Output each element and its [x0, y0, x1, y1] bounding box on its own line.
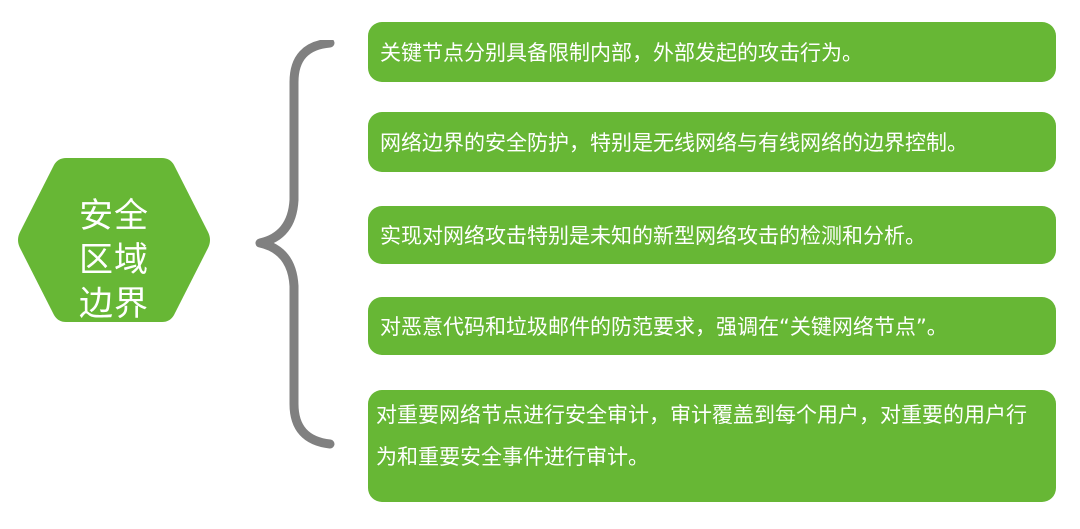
item-text: 网络边界的安全防护，特别是无线网络与有线网络的边界控制。	[380, 131, 968, 155]
item-box: 对重要网络节点进行安全审计，审计覆盖到每个用户，对重要的用户行为和重要安全事件进…	[368, 390, 1056, 502]
item-box: 网络边界的安全防护，特别是无线网络与有线网络的边界控制。	[368, 112, 1056, 172]
item-text: 对恶意代码和垃圾邮件的防范要求，强调在“关键网络节点”。	[380, 315, 948, 339]
item-text: 对重要网络节点进行安全审计，审计覆盖到每个用户，对重要的用户行为和重要安全事件进…	[376, 403, 1027, 469]
item-text: 关键节点分别具备限制内部，外部发起的攻击行为。	[380, 41, 863, 65]
item-box: 关键节点分别具备限制内部，外部发起的攻击行为。	[368, 22, 1056, 82]
item-box: 实现对网络攻击特别是未知的新型网络攻击的检测和分析。	[368, 206, 1056, 264]
item-box: 对恶意代码和垃圾邮件的防范要求，强调在“关键网络节点”。	[368, 297, 1056, 355]
item-text: 实现对网络攻击特别是未知的新型网络攻击的检测和分析。	[380, 224, 926, 248]
item-list: 关键节点分别具备限制内部，外部发起的攻击行为。 网络边界的安全防护，特别是无线网…	[0, 0, 1080, 529]
